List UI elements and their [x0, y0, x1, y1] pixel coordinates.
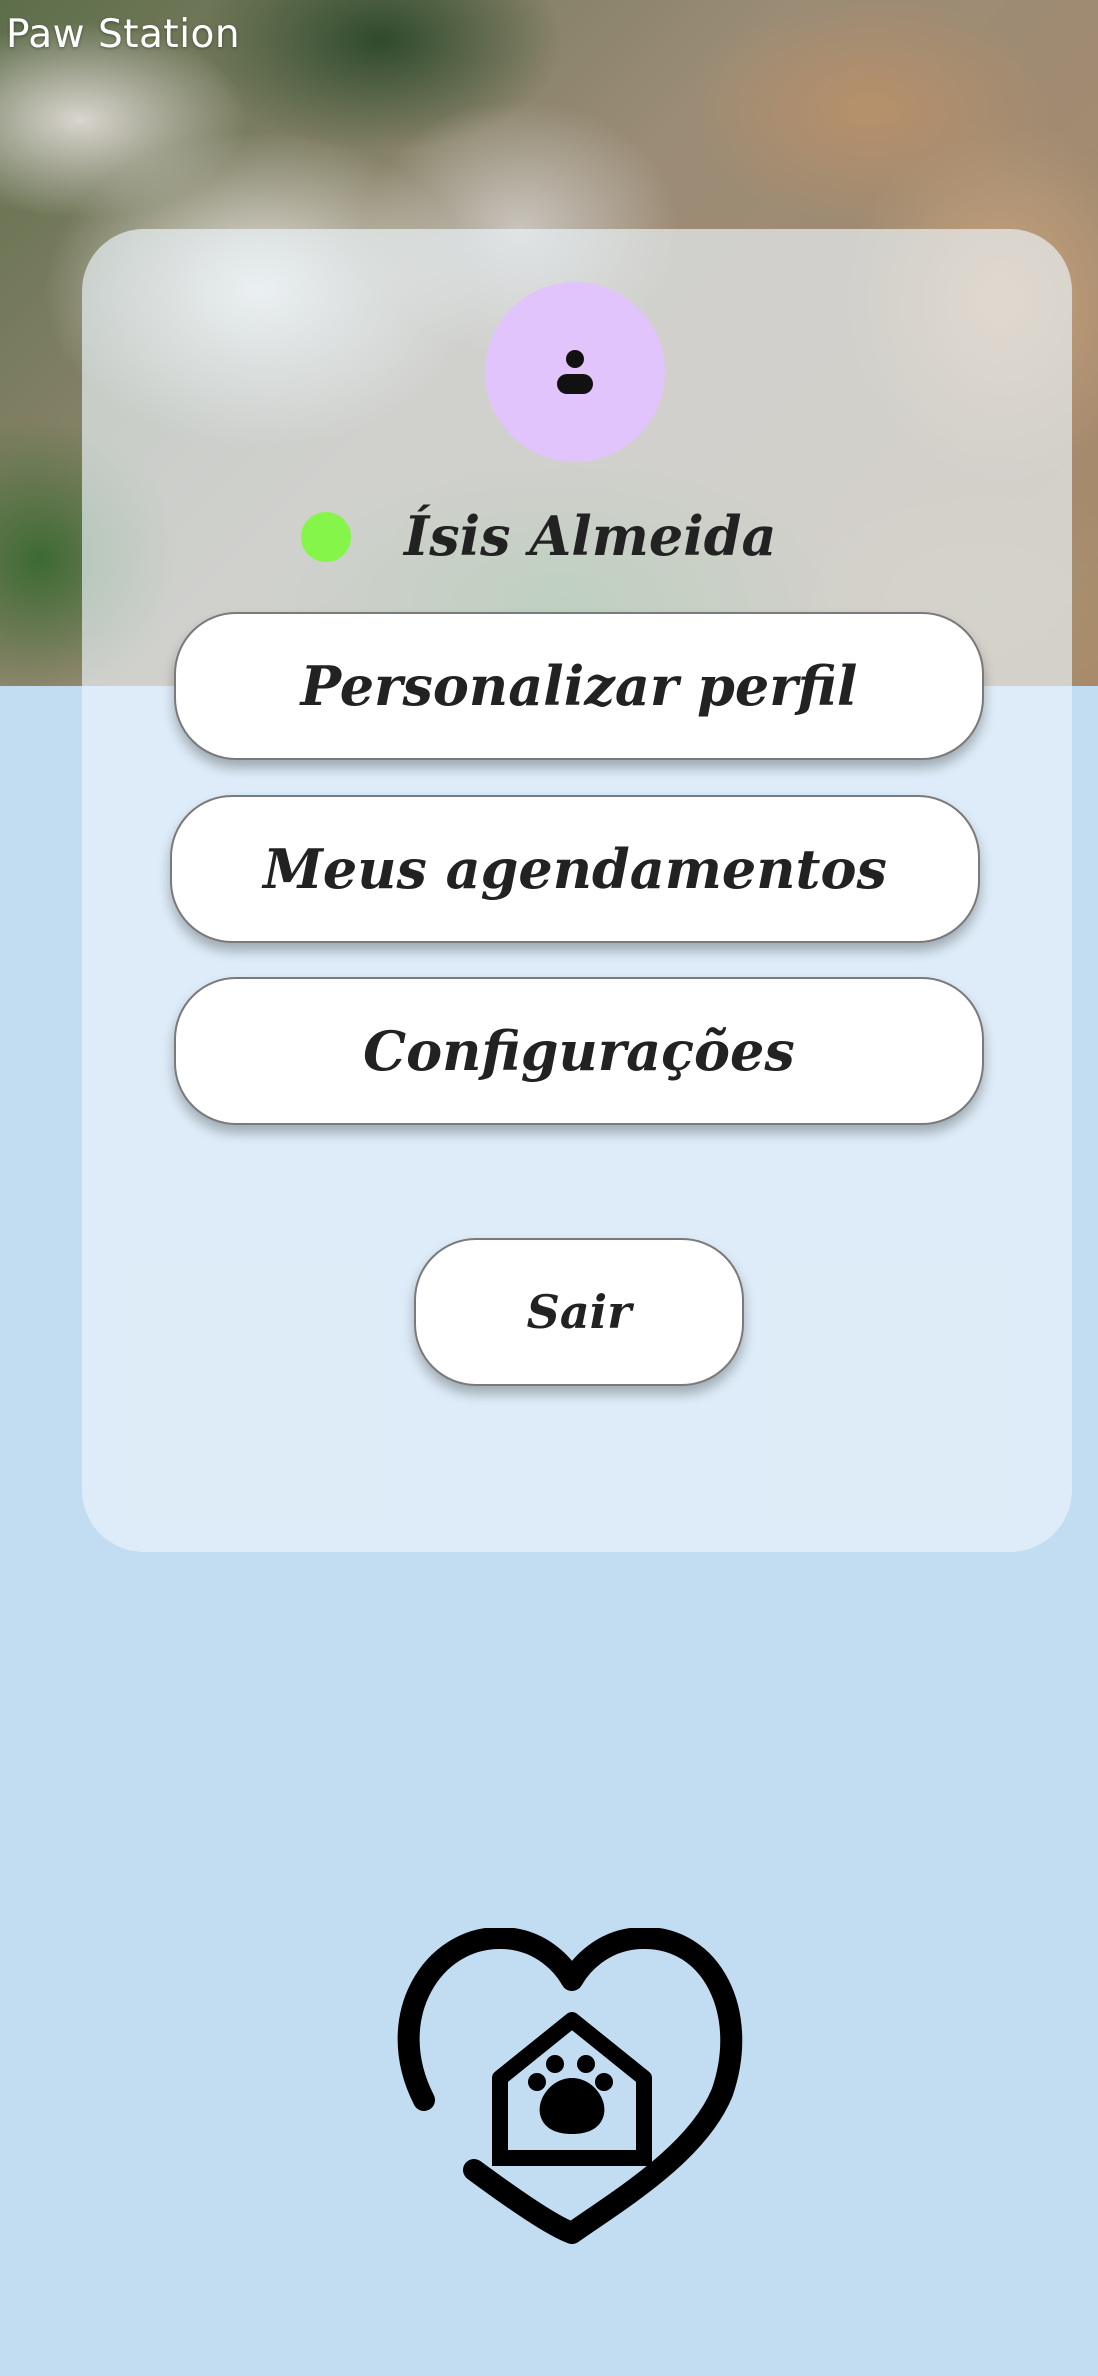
avatar[interactable] [485, 282, 665, 462]
heart-pet-house-logo-icon [397, 1928, 743, 2244]
logout-button[interactable]: Sair [414, 1238, 744, 1386]
settings-button[interactable]: Configurações [174, 977, 984, 1125]
app-brand-title: Paw Station [6, 12, 241, 57]
person-icon [557, 350, 593, 394]
user-name: Ísis Almeida [404, 504, 777, 568]
customize-profile-button[interactable]: Personalizar perfil [174, 612, 984, 760]
my-appointments-button[interactable]: Meus agendamentos [170, 795, 980, 943]
online-status-indicator [301, 512, 351, 562]
